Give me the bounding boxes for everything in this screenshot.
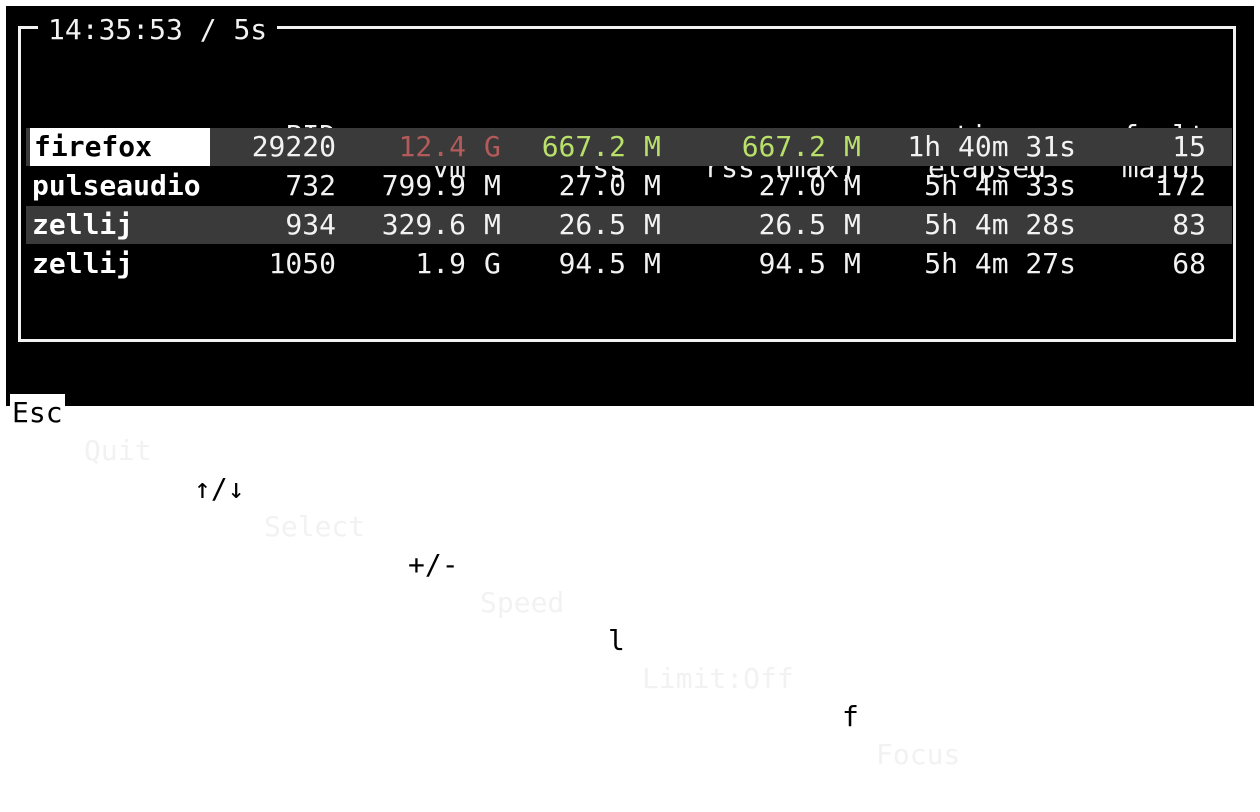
mem-rss-max-cell: 27.0 [758, 169, 826, 202]
keybinding-bar: Esc Quit ↑/↓ Select +/- Speed l Limit:Of… [6, 356, 1254, 771]
mem-rss-cell: 667.2 [541, 130, 626, 163]
mem-vm-cell: 12.4 [398, 130, 466, 163]
elapsed-cell: 5h 4m 27s [924, 247, 1076, 280]
focus-label: Focus [876, 738, 961, 771]
process-name: zellij [32, 247, 134, 280]
fault-cell: 68 [1172, 247, 1206, 280]
elapsed-cell: 5h 4m 28s [924, 208, 1076, 241]
elapsed-cell: 1h 40m 31s [907, 130, 1076, 163]
refresh-interval: 5s [233, 13, 268, 46]
pid-cell: 29220 [251, 130, 336, 163]
limit-label: Limit:Off [642, 662, 794, 695]
mem-vm-cell: 329.6 [381, 208, 466, 241]
mem-rss-cell: 94.5 [558, 247, 626, 280]
quit-label: Quit [84, 434, 152, 467]
limit-key[interactable]: l [606, 622, 627, 660]
speed-label: Speed [480, 586, 565, 619]
pid-cell: 1050 [268, 247, 336, 280]
focus-key[interactable]: f [840, 698, 861, 736]
process-name: zellij [32, 208, 134, 241]
fault-cell: 83 [1172, 208, 1206, 241]
process-name: pulseaudio [32, 169, 201, 202]
terminal-window: 14:35:53 / 5s PID memvm memrss memrss (m… [6, 6, 1254, 771]
pid-cell: 732 [285, 169, 336, 202]
quit-key[interactable]: Esc [10, 394, 65, 432]
select-label: Select [264, 510, 366, 543]
speed-key[interactable]: +/- [406, 546, 461, 584]
mem-rss-max-unit: M [844, 169, 861, 202]
mem-rss-max-unit: M [844, 247, 861, 280]
mem-rss-max-cell: 667.2 [741, 130, 826, 163]
mem-rss-max-unit: M [844, 208, 861, 241]
table-row[interactable]: pulseaudio 732 799.9 M 27.0 M 27.0 M 5h … [26, 167, 1232, 205]
table-row[interactable]: zellij 1050 1.9 G 94.5 M 94.5 M 5h 4m 27… [26, 245, 1232, 283]
process-name: firefox [30, 128, 210, 166]
mem-rss-cell: 27.0 [558, 169, 626, 202]
table-row[interactable]: firefox 29220 12.4 G 667.2 M 667.2 M 1h … [26, 128, 1232, 166]
mem-rss-unit: M [644, 130, 661, 163]
mem-rss-max-cell: 94.5 [758, 247, 826, 280]
mem-rss-unit: M [644, 208, 661, 241]
elapsed-cell: 5h 4m 33s [924, 169, 1076, 202]
header-title: 14:35:53 / 5s [38, 13, 278, 46]
mem-rss-cell: 26.5 [558, 208, 626, 241]
title-separator: / [199, 13, 217, 46]
fault-cell: 15 [1172, 130, 1206, 163]
mem-rss-max-cell: 26.5 [758, 208, 826, 241]
mem-vm-unit: G [484, 130, 501, 163]
mem-rss-unit: M [644, 169, 661, 202]
mem-vm-unit: M [484, 169, 501, 202]
select-key[interactable]: ↑/↓ [192, 470, 247, 508]
mem-rss-max-unit: M [844, 130, 861, 163]
mem-vm-cell: 799.9 [381, 169, 466, 202]
mem-rss-unit: M [644, 247, 661, 280]
pid-cell: 934 [285, 208, 336, 241]
clock: 14:35:53 [48, 13, 183, 46]
fault-cell: 172 [1155, 169, 1206, 202]
mem-vm-unit: M [484, 208, 501, 241]
mem-vm-unit: G [484, 247, 501, 280]
table-row[interactable]: zellij 934 329.6 M 26.5 M 26.5 M 5h 4m 2… [26, 206, 1232, 244]
mem-vm-cell: 1.9 [415, 247, 466, 280]
